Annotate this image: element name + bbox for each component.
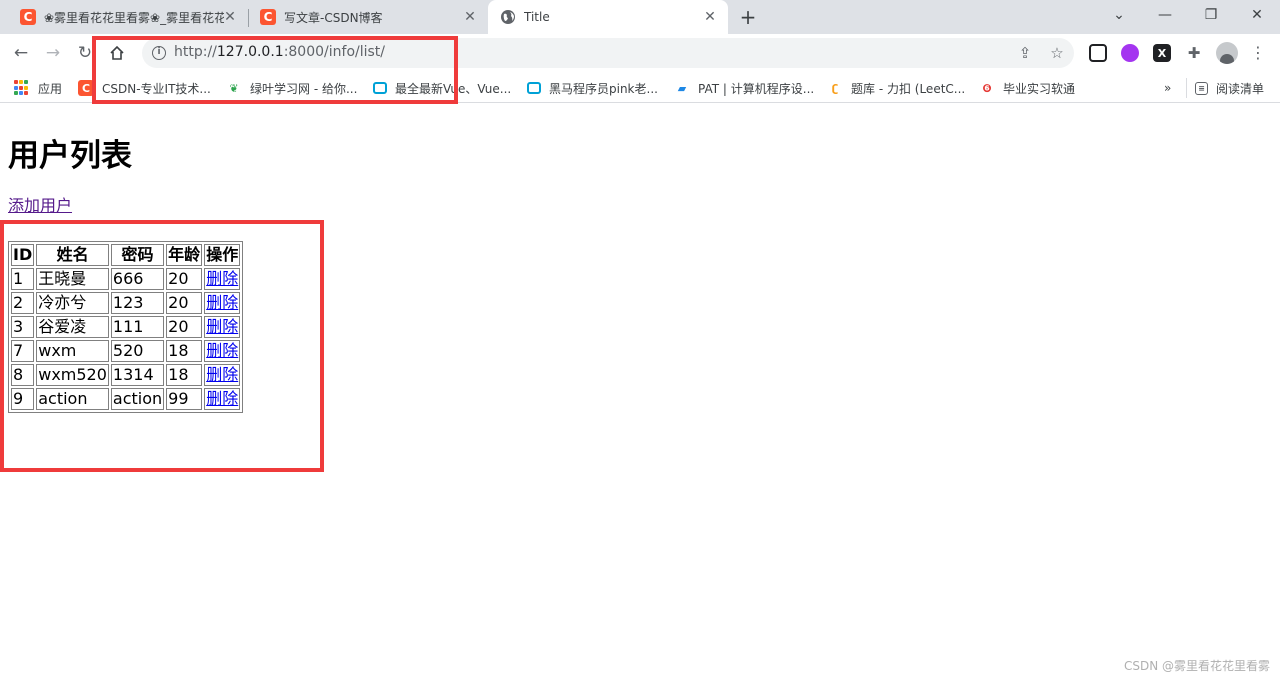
tab-title: Title (524, 10, 550, 24)
forward-button[interactable]: → (40, 40, 66, 66)
tab-csdn-write[interactable]: C 写文章-CSDN博客 ✕ (248, 0, 488, 34)
close-window-button[interactable]: ✕ (1234, 0, 1280, 30)
close-icon[interactable]: ✕ (702, 9, 718, 25)
profile-avatar[interactable] (1216, 42, 1238, 64)
bookmark-apps[interactable]: 应用 (14, 78, 62, 98)
bookmark-pat[interactable]: ▰ PAT | 计算机程序设... (674, 78, 814, 98)
share-icon[interactable]: ⇪ (1016, 44, 1034, 62)
csdn-icon: C (20, 9, 36, 25)
isoftstone-icon: ❻ (982, 81, 992, 95)
reading-list-icon: ≡ (1195, 81, 1208, 95)
menu-icon[interactable]: ⋮ (1250, 43, 1266, 63)
reading-list[interactable]: ≡ 阅读清单 (1186, 78, 1264, 98)
tab-title: ❀雾里看花花里看雾❀_雾里看花花里看雾 (44, 10, 224, 25)
close-icon[interactable]: ✕ (462, 9, 478, 25)
csdn-icon: C (260, 9, 276, 25)
tab-strip: C ❀雾里看花花里看雾❀_雾里看花花里看雾 ✕ C 写文章-CSDN博客 ✕ T… (0, 0, 1280, 34)
tab-title: 写文章-CSDN博客 (284, 10, 383, 25)
back-button[interactable]: ← (8, 40, 34, 66)
bookmark-internship[interactable]: ❻ 毕业实习软通 (979, 78, 1075, 98)
bookmarks-overflow[interactable]: » (1164, 78, 1171, 98)
bilibili-icon (527, 82, 541, 94)
restore-button[interactable]: ❐ (1188, 0, 1234, 30)
extension-icon[interactable] (1089, 44, 1107, 62)
leetcode-icon: ʗ (831, 81, 839, 95)
page-title: 用户列表 (8, 138, 132, 174)
globe-icon (500, 9, 516, 25)
minimize-button[interactable]: — (1142, 0, 1188, 30)
browser-window: C ❀雾里看花花里看雾❀_雾里看花花里看雾 ✕ C 写文章-CSDN博客 ✕ T… (0, 0, 1280, 680)
highlight-box-table (0, 220, 324, 472)
apps-grid-icon (14, 80, 30, 96)
tab-search-icon[interactable]: ⌄ (1096, 0, 1142, 30)
new-tab-button[interactable]: + (738, 7, 758, 27)
add-user-link[interactable]: 添加用户 (8, 192, 72, 216)
bookmark-pink[interactable]: 黑马程序员pink老... (527, 78, 658, 98)
puzzle-icon[interactable]: ✚ (1185, 44, 1203, 62)
close-icon[interactable]: ✕ (222, 9, 238, 25)
bookmark-leetcode[interactable]: ʗ 题库 - 力扣 (LeetC... (827, 78, 965, 98)
extension-icon[interactable] (1121, 44, 1139, 62)
star-icon[interactable]: ☆ (1048, 44, 1066, 62)
csdn-watermark: CSDN @雾里看花花里看雾 (1123, 659, 1270, 673)
tab-active-title[interactable]: Title ✕ (488, 0, 728, 34)
pat-icon: ▰ (677, 81, 687, 95)
highlight-box-address (92, 36, 458, 104)
extension-x-icon[interactable]: X (1153, 44, 1171, 62)
tab-csdn-blog[interactable]: C ❀雾里看花花里看雾❀_雾里看花花里看雾 ✕ (0, 0, 248, 34)
